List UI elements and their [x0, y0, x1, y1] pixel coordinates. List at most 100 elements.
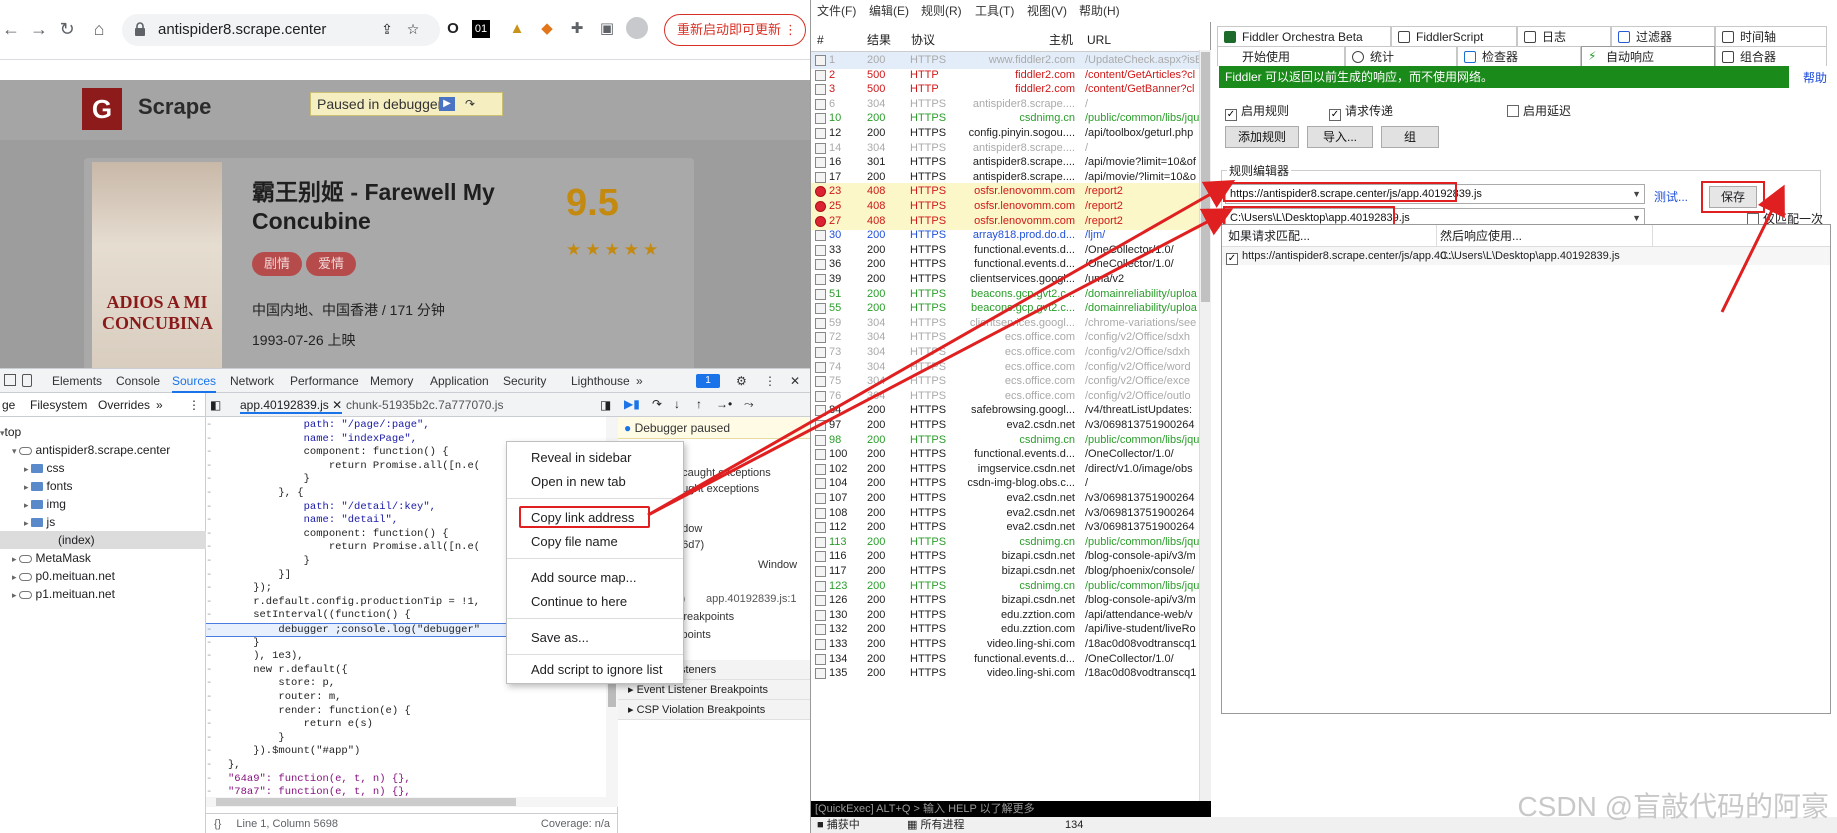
- code-line[interactable]: - path: "/page/:page",: [206, 419, 606, 433]
- line-gutter[interactable]: -: [206, 582, 228, 596]
- section-csp-violation-breakpoints[interactable]: ▸ CSP Violation Breakpoints: [618, 700, 810, 720]
- metamask-fox-icon[interactable]: ◆: [536, 18, 558, 40]
- tab-elements[interactable]: Elements: [52, 369, 102, 393]
- step-into-icon[interactable]: ↓: [674, 397, 680, 411]
- tree-item[interactable]: ▸ MetaMask: [0, 549, 206, 567]
- genre-tag[interactable]: 爱情: [306, 252, 357, 276]
- line-gutter[interactable]: -: [206, 541, 228, 555]
- navigator-menu-icon[interactable]: ⋮: [188, 398, 200, 412]
- column-protocol[interactable]: 协议: [911, 28, 935, 52]
- line-gutter[interactable]: -: [206, 609, 228, 623]
- line-gutter[interactable]: -: [206, 705, 228, 719]
- line-gutter[interactable]: -: [206, 637, 228, 651]
- movie-title[interactable]: 霸王别姬 - Farewell My Concubine: [252, 178, 512, 236]
- line-gutter[interactable]: -: [206, 555, 228, 569]
- import-button[interactable]: 导入...: [1307, 126, 1373, 148]
- pause-caught-option[interactable]: aught exceptions: [676, 483, 759, 495]
- step-over-icon[interactable]: ↷: [461, 97, 479, 111]
- tab-overrides[interactable]: Overrides: [98, 398, 150, 412]
- devtools-menu-icon[interactable]: ⋮: [764, 369, 776, 393]
- line-gutter[interactable]: -: [206, 677, 228, 691]
- tree-item[interactable]: ▸ img: [0, 495, 206, 513]
- line-gutter[interactable]: -: [206, 528, 228, 542]
- tree-item[interactable]: ▸ p0.meituan.net: [0, 567, 206, 585]
- tree-item[interactable]: ▾top: [0, 423, 206, 441]
- menu-item-add-source-map[interactable]: Add source map...: [507, 566, 683, 590]
- column-url[interactable]: URL: [1087, 28, 1111, 52]
- tree-item[interactable]: ▸ js: [0, 513, 206, 531]
- column-then-respond[interactable]: 然后响应使用...: [1440, 225, 1522, 247]
- line-gutter[interactable]: -: [206, 460, 228, 474]
- menu-item-save-as[interactable]: Save as...: [507, 626, 683, 650]
- process-filter[interactable]: ▦ 所有进程: [907, 817, 964, 833]
- menu-tools[interactable]: 工具(T): [975, 0, 1014, 22]
- quickexec-bar[interactable]: [QuickExec] ALT+Q > 输入 HELP 以了解更多: [811, 801, 1211, 817]
- site-name[interactable]: Scrape: [138, 94, 211, 120]
- issues-badge[interactable]: 1: [696, 374, 720, 388]
- passthrough-checkbox[interactable]: ✓ 请求传递: [1329, 102, 1393, 121]
- code-line[interactable]: - router: m,: [206, 691, 606, 705]
- call-stack-location[interactable]: app.40192839.js:1: [706, 593, 797, 605]
- menu-view[interactable]: 视图(V): [1027, 0, 1067, 22]
- rule-enabled-checkbox[interactable]: ✓: [1226, 247, 1242, 265]
- menu-help[interactable]: 帮助(H): [1079, 0, 1120, 22]
- tab-composer[interactable]: 组合器: [1715, 46, 1827, 66]
- tab-console[interactable]: Console: [116, 369, 160, 393]
- extension-animal-icon[interactable]: ▲: [506, 18, 528, 40]
- share-icon[interactable]: ⇪: [376, 18, 398, 40]
- tree-item[interactable]: ▸ css: [0, 459, 206, 477]
- deactivate-breakpoints-icon[interactable]: ⤳: [744, 397, 754, 412]
- menu-file[interactable]: 文件(F): [817, 0, 856, 22]
- tree-item[interactable]: (index): [0, 531, 206, 549]
- tab-log[interactable]: 日志: [1517, 26, 1611, 46]
- extension-o-icon[interactable]: O: [442, 18, 464, 40]
- group-button[interactable]: 组: [1381, 126, 1439, 148]
- code-horizontal-scrollbar[interactable]: [206, 797, 606, 807]
- genre-tag[interactable]: 剧情: [252, 252, 303, 276]
- step-over-icon[interactable]: ↷: [652, 397, 662, 411]
- line-gutter[interactable]: -: [206, 501, 228, 515]
- code-line[interactable]: - "64a9": function(e, t, n) {},: [206, 773, 606, 787]
- tab-memory[interactable]: Memory: [370, 369, 413, 393]
- column-if-match[interactable]: 如果请求匹配...: [1228, 225, 1310, 247]
- capturing-status[interactable]: ■ 捕获中: [817, 817, 860, 833]
- line-gutter[interactable]: -: [206, 569, 228, 583]
- menu-item-reveal-in-sidebar[interactable]: Reveal in sidebar: [507, 446, 683, 470]
- tab-statistics[interactable]: 统计: [1345, 46, 1457, 66]
- movie-card[interactable]: ADIOS A MI CONCUBINA 霸王别姬 - Farewell My …: [84, 158, 694, 378]
- bookmark-star-icon[interactable]: ☆: [402, 18, 424, 40]
- step-icon[interactable]: →•: [716, 397, 732, 411]
- rule-row[interactable]: ✓ https://antispider8.scrape.center/js/a…: [1222, 247, 1830, 265]
- file-tab-app-js[interactable]: app.40192839.js ✕: [240, 398, 343, 414]
- line-gutter[interactable]: -: [206, 745, 228, 759]
- menu-item-continue-to-here[interactable]: Continue to here: [507, 590, 683, 614]
- reload-icon[interactable]: ↻: [56, 18, 78, 40]
- tab-inspectors[interactable]: 检查器: [1457, 46, 1581, 66]
- tab-get-started[interactable]: 开始使用: [1217, 46, 1345, 66]
- column-id[interactable]: #: [817, 28, 824, 52]
- tab-fiddlerscript[interactable]: FiddlerScript: [1391, 26, 1517, 46]
- expand-chevron-icon[interactable]: ▸: [12, 572, 17, 582]
- tree-item[interactable]: ▸ p1.meituan.net: [0, 585, 206, 603]
- menu-item-add-to-ignore-list[interactable]: Add script to ignore list: [507, 658, 683, 682]
- extensions-puzzle-icon[interactable]: ✚: [566, 18, 588, 40]
- expand-chevron-icon[interactable]: ▸: [24, 518, 29, 528]
- line-gutter[interactable]: -: [206, 624, 228, 638]
- code-hscroll-thumb[interactable]: [216, 798, 516, 806]
- enable-latency-checkbox[interactable]: 启用延迟: [1507, 102, 1571, 119]
- add-rule-button[interactable]: 添加规则: [1225, 126, 1299, 148]
- menu-edit[interactable]: 编辑(E): [869, 0, 909, 22]
- site-logo[interactable]: G: [82, 88, 122, 130]
- tab-page[interactable]: ge: [2, 398, 15, 412]
- tab-filesystem[interactable]: Filesystem: [30, 398, 87, 412]
- help-link[interactable]: 帮助: [1803, 69, 1827, 86]
- inspect-icon[interactable]: [4, 374, 16, 386]
- movie-poster[interactable]: ADIOS A MI CONCUBINA: [92, 162, 222, 372]
- line-gutter[interactable]: -: [206, 664, 228, 678]
- device-toggle-icon[interactable]: [22, 374, 32, 387]
- extension-01-icon[interactable]: 01: [472, 20, 490, 38]
- menu-item-copy-file-name[interactable]: Copy file name: [507, 530, 683, 554]
- expand-chevron-icon[interactable]: ▸: [24, 500, 29, 510]
- column-result[interactable]: 结果: [867, 28, 891, 52]
- column-host[interactable]: 主机: [1049, 28, 1073, 52]
